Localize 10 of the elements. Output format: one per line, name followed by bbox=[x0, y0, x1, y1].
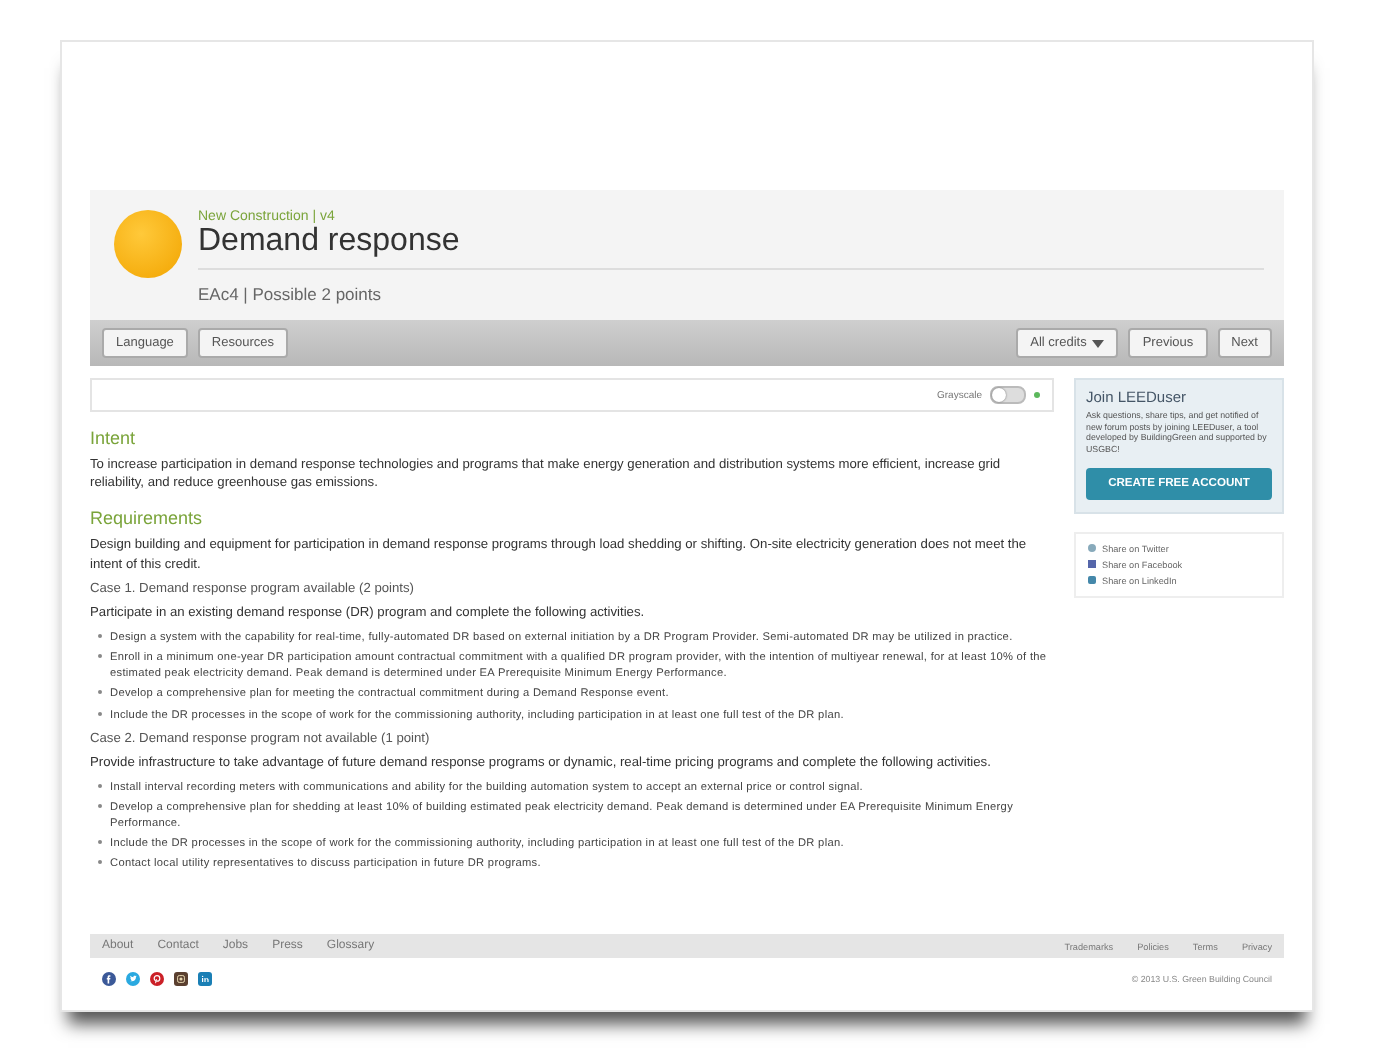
credit-category-icon bbox=[114, 210, 182, 278]
pinterest-icon[interactable] bbox=[150, 972, 164, 986]
status-dot bbox=[1034, 392, 1040, 398]
section-heading: Intent bbox=[90, 428, 138, 448]
grayscale-toggle[interactable] bbox=[990, 386, 1026, 404]
credit-subtitle: EAc4 | Possible 2 points bbox=[198, 284, 384, 304]
instagram-icon[interactable] bbox=[174, 972, 188, 986]
page-title: Demand response bbox=[198, 224, 1264, 270]
section-heading: Requirements bbox=[90, 508, 205, 529]
caret-icon bbox=[1092, 339, 1105, 347]
